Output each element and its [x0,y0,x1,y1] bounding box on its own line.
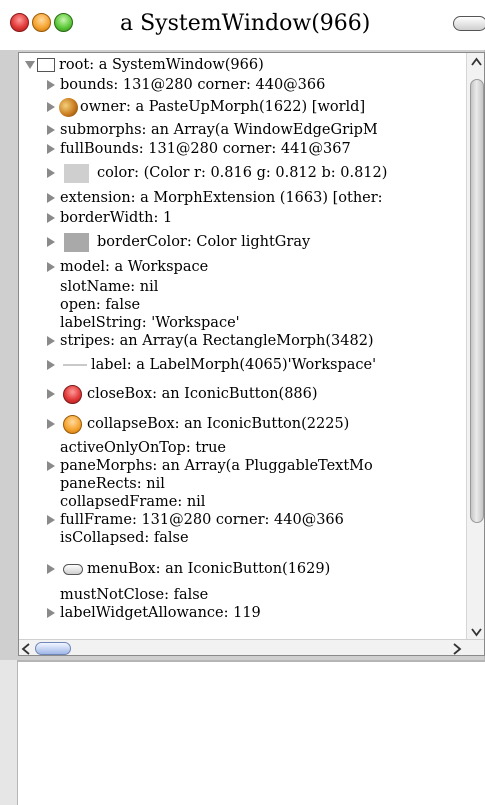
window-menu-button[interactable] [453,16,485,31]
tree-row-label: owner: a PasteUpMorph(1622) [world] [80,99,366,115]
horizontal-scrollbar[interactable] [19,639,484,655]
collapsed-arrow-icon[interactable] [47,237,55,247]
collapsed-arrow-icon[interactable] [47,461,55,471]
tree-row-label: label: a LabelMorph(4065)'Workspace' [91,357,377,373]
tree-row-label: submorphs: an Array(a WindowEdgeGripM [60,122,378,138]
expand-window-button[interactable] [54,13,73,32]
collapsed-arrow-icon[interactable] [47,336,55,346]
expanded-arrow-icon[interactable] [25,61,35,69]
collapsed-arrow-icon[interactable] [47,389,55,399]
tree-row-label: root: a SystemWindow(966) [59,57,264,73]
collapsed-arrow-icon[interactable] [47,608,55,618]
tree-row-label: borderWidth: 1 [60,210,173,226]
border-color-swatch [64,233,89,252]
label-morph-icon [63,364,87,366]
collapsed-arrow-icon[interactable] [47,360,55,370]
collapse-button-icon [63,415,82,434]
collapsed-arrow-icon[interactable] [47,193,55,203]
collapsed-arrow-icon[interactable] [47,125,55,135]
collapsed-arrow-icon[interactable] [47,262,55,272]
world-icon [59,98,78,117]
scroll-right-arrow-icon[interactable] [450,643,462,655]
tree-row-label: labelString: 'Workspace' [60,315,240,331]
tree-row-label: bounds: 131@280 corner: 440@366 [60,77,326,93]
tree-row-label: mustNotClose: false [60,587,209,603]
pane-divider [0,660,485,662]
scroll-left-arrow-icon[interactable] [21,643,33,655]
collapsed-arrow-icon[interactable] [47,419,55,429]
vertical-scrollbar[interactable] [466,53,484,639]
collapsed-arrow-icon[interactable] [47,102,55,112]
collapsed-arrow-icon[interactable] [47,515,55,525]
tree-row-label: menuBox: an IconicButton(1629) [87,561,331,577]
close-window-button[interactable] [10,13,29,32]
system-window: a SystemWindow(966) root: a SystemWindow… [0,0,485,660]
tree-row-label: model: a Workspace [60,259,209,275]
collapse-window-button[interactable] [32,13,51,32]
scroll-up-arrow-icon[interactable] [471,57,482,67]
value-pane[interactable] [0,660,485,805]
tree-row-label: isCollapsed: false [60,530,189,546]
inspector-tree-pane[interactable]: root: a SystemWindow(966) bounds: 131@28… [18,52,485,656]
vertical-scroll-thumb[interactable] [470,79,484,523]
close-button-icon [63,385,82,404]
collapsed-arrow-icon[interactable] [47,80,55,90]
collapsed-arrow-icon[interactable] [47,144,55,154]
tree-row-label: closeBox: an IconicButton(886) [87,386,318,402]
tree-row-label: collapsedFrame: nil [60,494,206,510]
tree-row-label: stripes: an Array(a RectangleMorph(3482) [60,333,374,349]
window-swatch-icon [37,58,55,72]
window-title: a SystemWindow(966) [120,11,371,36]
tree-row-label: color: (Color r: 0.816 g: 0.812 b: 0.812… [97,165,388,181]
tree-row-label: borderColor: Color lightGray [97,234,311,250]
tree-row-label: activeOnlyOnTop: true [60,440,227,456]
menu-button-icon [63,564,83,575]
scroll-down-arrow-icon[interactable] [471,627,482,637]
collapsed-arrow-icon[interactable] [47,168,55,178]
title-bar[interactable]: a SystemWindow(966) [0,0,485,50]
tree-row-label: fullFrame: 131@280 corner: 440@366 [60,512,344,528]
tree-row-label: labelWidgetAllowance: 119 [60,605,261,621]
color-swatch [64,164,89,183]
tree-row-label: fullBounds: 131@280 corner: 441@367 [60,141,351,157]
tree-row-label: open: false [60,297,141,313]
collapsed-arrow-icon[interactable] [47,564,55,574]
tree-row-label: slotName: nil [60,279,159,295]
value-pane-left-edge [0,660,18,805]
tree-row-label: collapseBox: an IconicButton(2225) [87,416,350,432]
inspector-tree: root: a SystemWindow(966) bounds: 131@28… [19,53,466,639]
horizontal-scroll-thumb[interactable] [35,642,71,655]
tree-row-label: paneRects: nil [60,476,165,492]
tree-row-label: extension: a MorphExtension (1663) [othe… [60,190,383,206]
collapsed-arrow-icon[interactable] [47,213,55,223]
tree-row-label: paneMorphs: an Array(a PluggableTextMo [60,458,373,474]
